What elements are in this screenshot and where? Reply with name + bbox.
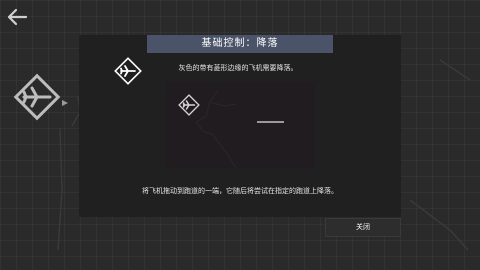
back-arrow-icon[interactable] xyxy=(6,8,28,26)
airplane-diamond-icon xyxy=(114,57,142,85)
preview-runway xyxy=(257,121,284,123)
dialog-title: 基础控制：降落 xyxy=(147,35,333,53)
background-airplane-icon[interactable] xyxy=(12,72,62,122)
heading-marker-icon xyxy=(62,100,68,106)
dialog-description-bottom: 将飞机拖动到跑道的一端，它随后将尝试在指定的跑道上降落。 xyxy=(142,187,338,195)
close-button[interactable]: 关闭 xyxy=(325,218,401,237)
preview-airplane-icon xyxy=(178,94,200,116)
dialog-description-top: 灰色的带有菱形边缘的飞机需要降落。 xyxy=(178,64,298,72)
